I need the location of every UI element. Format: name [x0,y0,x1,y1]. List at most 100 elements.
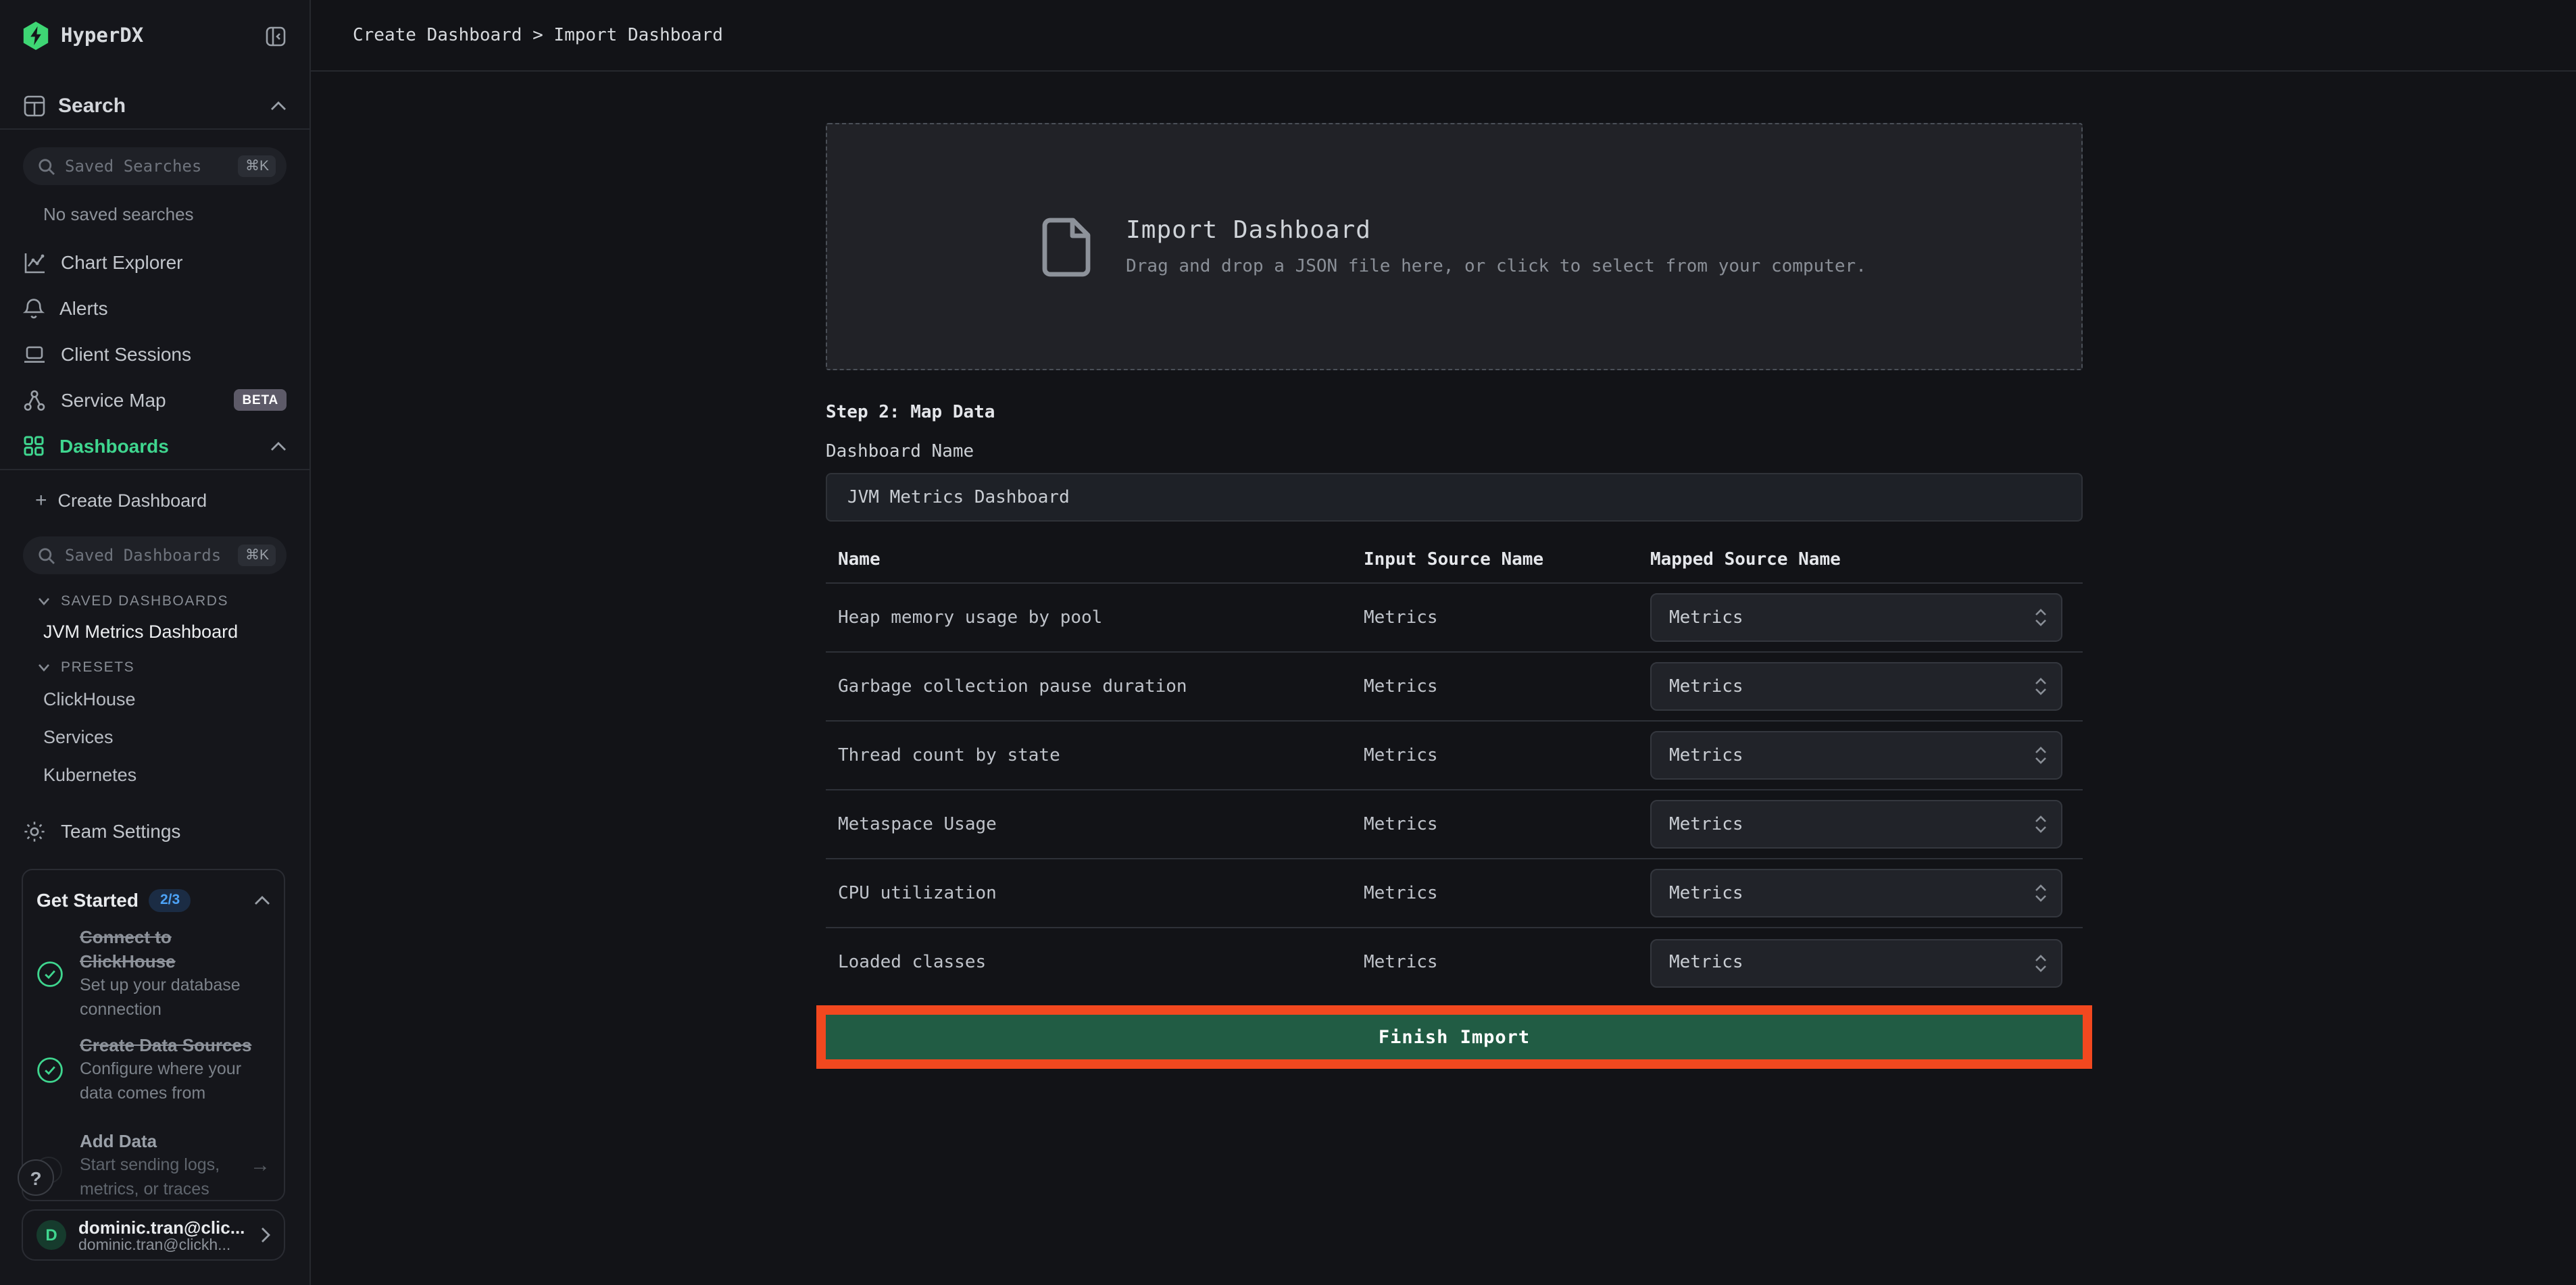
sidebar-item-label: Dashboards [59,435,255,457]
mapped-source-select[interactable]: Metrics [1650,869,2062,917]
mapping-input-source-cell: Metrics [1364,814,1650,834]
select-chevrons-icon [2034,676,2048,697]
select-chevrons-icon [2034,813,2048,835]
hyperdx-logo-icon [23,22,49,50]
preset-item-label: ClickHouse [43,688,136,709]
sidebar-item-service-map[interactable]: Service Map BETA [0,377,309,423]
get-started-title: Get Started [36,889,139,911]
preset-item-label: Services [43,726,114,747]
mapping-row: Thread count by state Metrics Metrics [826,722,2083,790]
mapping-table: Name Input Source Name Mapped Source Nam… [826,538,2083,997]
team-settings-button[interactable]: Team Settings [0,808,309,854]
step-desc: Configure where your data comes from [80,1058,270,1105]
search-section-label: Search [58,94,258,117]
mapped-source-select[interactable]: Metrics [1650,662,2062,711]
file-icon [1042,217,1093,276]
user-email: dominic.tran@clickh... [78,1237,249,1253]
mapped-source-select[interactable]: Metrics [1650,593,2062,642]
sidebar-item-label: Alerts [59,297,287,319]
arrow-right-icon: → [250,1154,270,1177]
step-desc: Start sending logs, metrics, or traces [80,1154,234,1201]
get-started-step-connect[interactable]: Connect to ClickHouse Set up your databa… [36,926,270,1022]
mapped-source-select[interactable]: Metrics [1650,731,2062,780]
json-dropzone[interactable]: Import Dashboard Drag and drop a JSON fi… [826,123,2083,370]
mapped-source-value: Metrics [1669,814,2034,834]
preset-item-kubernetes[interactable]: Kubernetes [0,758,309,790]
mapped-source-value: Metrics [1669,953,2034,973]
user-menu[interactable]: D dominic.tran@clic... dominic.tran@clic… [22,1209,285,1261]
check-circle-icon [36,1056,64,1083]
group-label: SAVED DASHBOARDS [61,593,228,609]
sidebar-item-label: Service Map [61,389,219,411]
shortcut-badge: ⌘K [239,155,276,177]
finish-import-button[interactable]: Finish Import [826,1015,2083,1059]
user-name: dominic.tran@clic... [78,1217,249,1237]
sidebar-item-alerts[interactable]: Alerts [0,285,309,331]
saved-dashboards-input[interactable] [65,546,229,565]
column-header-mapped-source: Mapped Source Name [1650,550,2062,570]
collapse-sidebar-icon[interactable] [265,25,287,47]
sidebar-item-chart-explorer[interactable]: Chart Explorer [0,239,309,285]
mapped-source-value: Metrics [1669,607,2034,628]
select-chevrons-icon [2034,952,2048,974]
chevron-up-icon [270,441,287,451]
app-root: HyperDX Search ⌘K No saved searches [0,0,2576,1285]
mapped-source-select[interactable]: Metrics [1650,938,2062,987]
get-started-step-sources[interactable]: Create Data Sources Configure where your… [36,1034,270,1105]
saved-searches-search[interactable]: ⌘K [23,147,287,185]
chevron-down-icon [38,597,50,605]
mapping-input-source-cell: Metrics [1364,745,1650,765]
sidebar-item-client-sessions[interactable]: Client Sessions [0,331,309,377]
sidebar-section-search[interactable]: Search [0,86,309,124]
sidebar-item-label: Chart Explorer [61,251,287,273]
dashboard-item-jvm-metrics[interactable]: JVM Metrics Dashboard [0,616,309,646]
shortcut-badge: ⌘K [239,545,276,566]
logo-row: HyperDX [0,0,309,72]
group-label: PRESETS [61,659,134,676]
column-header-input-source: Input Source Name [1364,550,1650,570]
sidebar-nav: Chart Explorer Alerts Client Sessions Se… [0,239,309,469]
dashboards-icon [23,435,45,457]
sidebar-item-dashboards[interactable]: Dashboards [0,423,309,469]
sidebar: HyperDX Search ⌘K No saved searches [0,0,311,1285]
beta-badge: BETA [234,389,287,411]
step-desc: Set up your database connection [80,974,270,1022]
chevron-up-icon [254,895,270,905]
get-started-header[interactable]: Get Started 2/3 [36,886,270,913]
mapping-row: Loaded classes Metrics Metrics [826,928,2083,997]
mapping-table-header: Name Input Source Name Mapped Source Nam… [826,538,2083,584]
mapping-name-cell: Loaded classes [838,953,1364,973]
column-header-name: Name [838,550,1364,570]
dashboard-name-input[interactable] [826,473,2083,522]
help-button[interactable]: ? [18,1159,54,1196]
saved-dashboards-search[interactable]: ⌘K [23,536,287,574]
saved-searches-input[interactable] [65,157,229,176]
finish-import-highlight: Finish Import [816,1005,2092,1069]
mapped-source-value: Metrics [1669,676,2034,697]
dropzone-subtitle: Drag and drop a JSON file here, or click… [1126,257,1866,277]
dashboard-name-label: Dashboard Name [826,443,2083,462]
plus-icon: + [35,490,47,511]
chevron-up-icon [270,101,287,110]
import-dashboard-content: Import Dashboard Drag and drop a JSON fi… [826,72,2083,1069]
group-saved-dashboards[interactable]: SAVED DASHBOARDS [38,592,287,611]
bell-icon [23,297,45,320]
no-saved-searches-note: No saved searches [43,204,287,224]
team-settings-label: Team Settings [61,820,180,842]
group-presets[interactable]: PRESETS [38,658,287,677]
preset-item-clickhouse[interactable]: ClickHouse [0,682,309,715]
preset-item-label: Kubernetes [43,764,137,784]
laptop-icon [23,344,46,364]
step-heading: Step 2: Map Data [826,403,2083,424]
mapped-source-select[interactable]: Metrics [1650,800,2062,849]
select-chevrons-icon [2034,882,2048,904]
get-started-step-add-data[interactable]: Add Data Start sending logs, metrics, or… [36,1130,270,1201]
chart-explorer-icon [23,251,46,274]
create-dashboard-button[interactable]: + Create Dashboard [0,481,309,520]
mapping-row: Garbage collection pause duration Metric… [826,653,2083,722]
select-chevrons-icon [2034,607,2048,628]
divider [0,469,309,470]
dashboard-item-label: JVM Metrics Dashboard [43,621,238,641]
preset-item-services[interactable]: Services [0,720,309,753]
mapping-input-source-cell: Metrics [1364,953,1650,973]
